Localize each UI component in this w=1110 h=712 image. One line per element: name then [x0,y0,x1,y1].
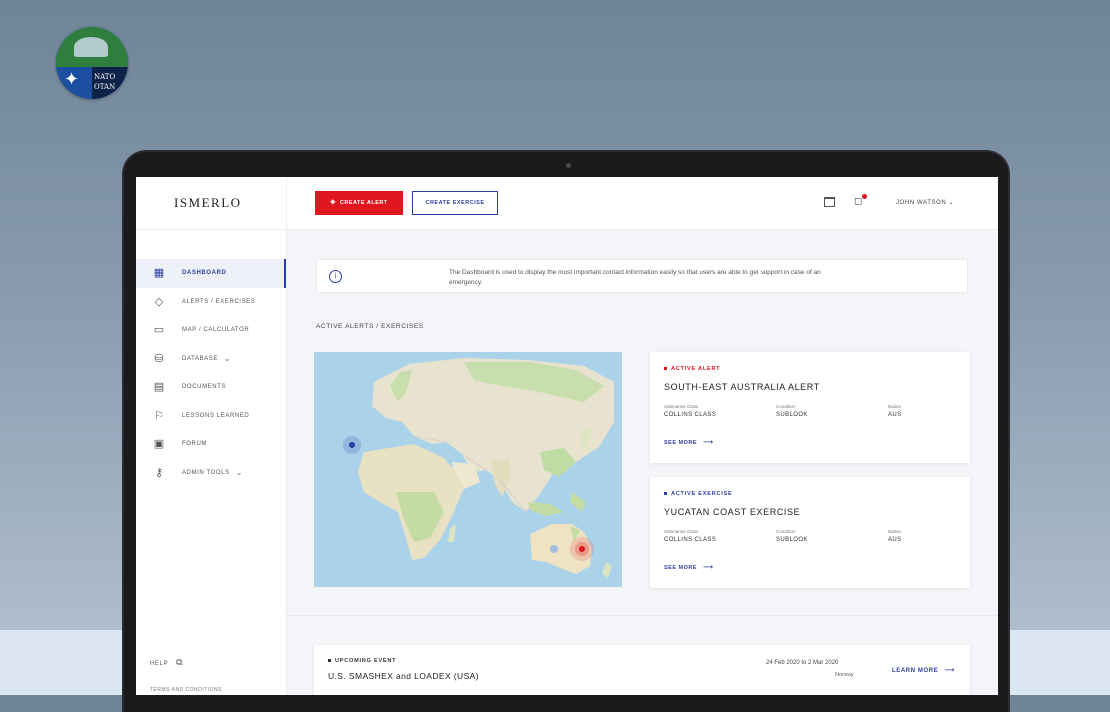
diamond-icon: ◇ [154,294,164,308]
chevron-down-icon: ⌄ [235,468,243,478]
arrow-right-icon: ⟶ [703,563,714,571]
sidebar-item-dashboard[interactable]: ▦ DASHBOARD [136,259,286,288]
forum-icon: ▣ [153,437,165,451]
notification-badge [862,194,867,199]
card-field: Nation AUS [888,529,902,543]
wrench-icon: ⚷ [154,465,164,479]
app-logo-text: ISMERLO [174,195,242,210]
webcam [566,163,571,168]
section-title: ACTIVE ALERTS / EXERCISES [316,323,424,330]
see-more-link[interactable]: SEE MORE ⟶ [664,563,714,571]
active-exercise-card: ACTIVE EXERCISE YUCATAN COAST EXERCISE S… [650,477,970,588]
nato-logo: ✦ NATO OTAN [56,27,128,99]
event-tag: UPCOMING EVENT [328,658,396,664]
see-more-link[interactable]: SEE MORE ⟶ [664,438,714,446]
sidebar-item-documents[interactable]: ▤ DOCUMENTS [136,373,286,402]
external-link-icon: ⧉ [176,658,184,668]
card-tag: ACTIVE EXERCISE [664,491,733,497]
card-field: Submarine Class COLLINS CLASS [664,404,717,418]
learn-more-link[interactable]: LEARN MORE ⟶ [892,666,955,674]
create-exercise-button[interactable]: CREATE EXERCISE [412,191,498,215]
sidebar-item-alerts-exercises[interactable]: ◇ ALERTS / EXERCISES [136,288,286,317]
sidebar-item-map-calculator[interactable]: ▭ MAP / CALCULATOR [136,316,286,345]
card-title: SOUTH-EAST AUSTRALIA ALERT [664,382,820,392]
sidebar-item-admin-tools[interactable]: ⚷ ADMIN TOOLS ⌄ [136,459,286,488]
sidebar-item-database[interactable]: ⛁ DATABASE ⌄ [136,345,286,374]
lessons-icon: ⚐ [154,408,164,422]
sidebar-nav: ▦ DASHBOARD ◇ ALERTS / EXERCISES ▭ MAP /… [136,259,286,487]
sidebar-item-forum[interactable]: ▣ FORUM [136,430,286,459]
card-field: Condition SUBLOOK [776,404,808,418]
info-icon: i [329,270,342,283]
database-icon: ⛁ [154,351,164,365]
info-text: The Dashboard is used to display the mos… [449,269,821,286]
brand-header: ISMERLO [136,177,286,230]
event-location: Norway [835,672,854,678]
terms-link[interactable]: TERMS AND CONDITIONS [150,687,222,693]
section-divider [287,615,998,616]
sidebar: ISMERLO ▦ DASHBOARD ◇ ALERTS / EXERCISES… [136,177,287,695]
card-field: Condition SUBLOOK [776,529,808,543]
documents-icon: ▤ [153,380,165,394]
create-alert-button[interactable]: ⌖ CREATE ALERT [315,191,403,215]
world-map[interactable] [314,352,622,587]
help-link[interactable]: HELP ⧉ [150,658,183,668]
sidebar-item-lessons-learned[interactable]: ⚐ LESSONS LEARNED [136,402,286,431]
user-menu[interactable]: JOHN WATSON ⌄ [896,199,954,206]
arrow-right-icon: ⟶ [944,666,955,674]
crosshair-icon: ⌖ [330,198,336,208]
map-icon: ▭ [153,323,165,337]
active-alert-card: ACTIVE ALERT SOUTH-EAST AUSTRALIA ALERT … [650,352,970,463]
chevron-down-icon: ⌄ [948,200,955,206]
dashboard-icon: ▦ [153,266,165,280]
event-date: 24 Feb 2020 to 2 Mar 2020 [766,660,839,666]
nato-star-icon: ✦ [64,69,80,90]
card-tag: ACTIVE ALERT [664,366,720,372]
chevron-down-icon: ⌄ [223,354,231,364]
card-field: Submarine Class COLLINS CLASS [664,529,717,543]
card-field: Nation AUS [888,404,902,418]
arrow-right-icon: ⟶ [703,438,714,446]
top-bar: ⌖ CREATE ALERT CREATE EXERCISE ◻ JOHN WA… [287,177,998,230]
info-banner: i The Dashboard is used to display the m… [316,259,968,293]
event-title: U.S. SMASHEX and LOADEX (USA) [328,671,479,681]
app-screen: ISMERLO ▦ DASHBOARD ◇ ALERTS / EXERCISES… [136,177,998,695]
calendar-icon[interactable] [824,197,835,207]
map-graphic [314,352,622,587]
upcoming-event-card: UPCOMING EVENT U.S. SMASHEX and LOADEX (… [314,645,970,695]
card-title: YUCATAN COAST EXERCISE [664,507,801,517]
